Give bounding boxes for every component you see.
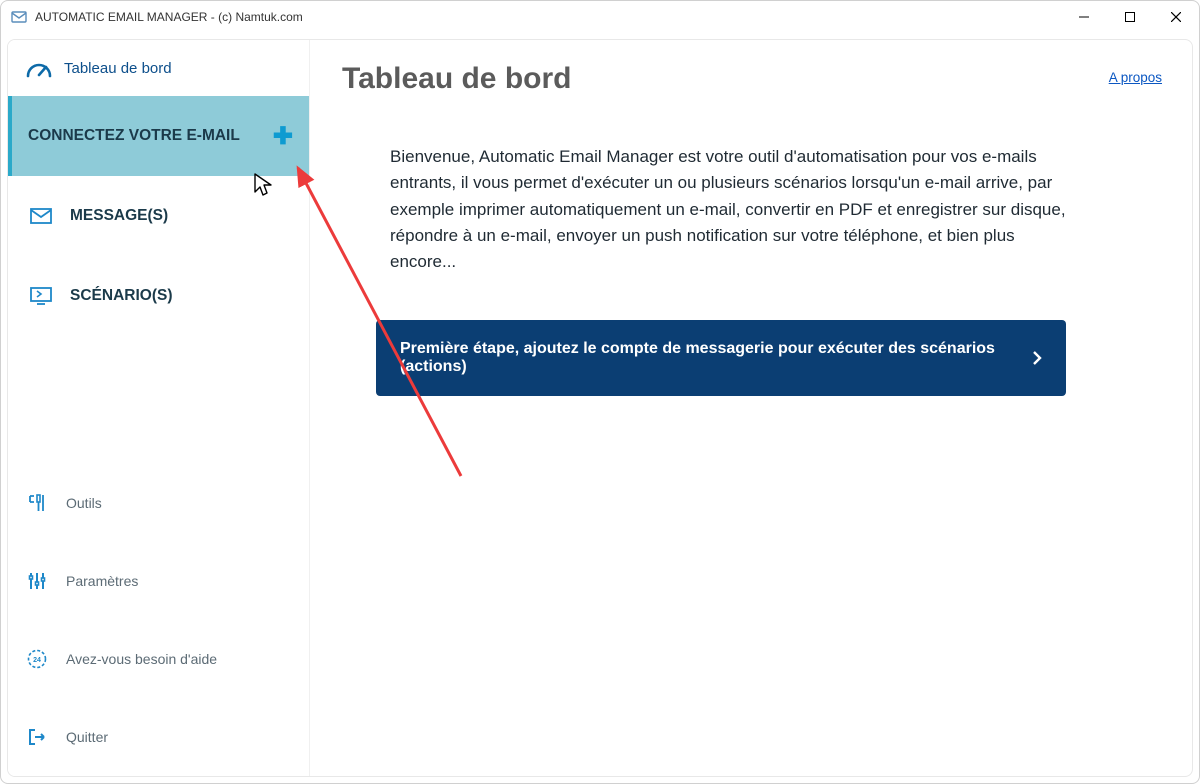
- minimize-button[interactable]: [1061, 1, 1107, 33]
- chevron-right-icon: [1032, 351, 1042, 365]
- plus-icon: ✚: [273, 122, 293, 151]
- sidebar-item-label: Quitter: [66, 729, 108, 745]
- inner-frame: Tableau de bord CONNECTEZ VOTRE E-MAIL ✚: [7, 39, 1193, 777]
- sidebar-item-dashboard[interactable]: Tableau de bord: [8, 40, 309, 96]
- sidebar-item-tools[interactable]: Outils: [8, 464, 309, 542]
- sidebar-item-label: CONNECTEZ VOTRE E-MAIL: [28, 127, 240, 145]
- sidebar-bottom: Outils P: [8, 464, 309, 776]
- app-window: AUTOMATIC EMAIL MANAGER - (c) Namtuk.com: [0, 0, 1200, 784]
- sidebar: Tableau de bord CONNECTEZ VOTRE E-MAIL ✚: [8, 40, 310, 776]
- add-account-button[interactable]: Première étape, ajoutez le compte de mes…: [376, 320, 1066, 396]
- sidebar-item-label: MESSAGE(S): [70, 207, 168, 225]
- app-icon: [11, 9, 27, 25]
- scenario-icon: [30, 287, 52, 305]
- content-header: Tableau de bord A propos: [340, 62, 1162, 96]
- content-area: Tableau de bord A propos Bienvenue, Auto…: [310, 40, 1192, 776]
- maximize-button[interactable]: [1107, 1, 1153, 33]
- sidebar-item-label: Tableau de bord: [64, 60, 172, 77]
- sidebar-item-scenarios[interactable]: SCÉNARIO(S): [8, 256, 309, 336]
- sliders-icon: [26, 570, 48, 592]
- page-title: Tableau de bord: [342, 62, 571, 96]
- envelope-icon: [30, 207, 52, 225]
- sidebar-top: Tableau de bord CONNECTEZ VOTRE E-MAIL ✚: [8, 40, 309, 464]
- gauge-icon: [26, 58, 52, 78]
- svg-text:24: 24: [33, 657, 41, 664]
- close-button[interactable]: [1153, 1, 1199, 33]
- sidebar-item-label: Avez-vous besoin d'aide: [66, 651, 217, 667]
- window-title: AUTOMATIC EMAIL MANAGER - (c) Namtuk.com: [35, 10, 1061, 24]
- sidebar-item-quit[interactable]: Quitter: [8, 698, 309, 776]
- body-area: Tableau de bord CONNECTEZ VOTRE E-MAIL ✚: [1, 33, 1199, 783]
- sidebar-item-label: Outils: [66, 495, 102, 511]
- exit-icon: [26, 726, 48, 748]
- sidebar-item-connect-email[interactable]: CONNECTEZ VOTRE E-MAIL ✚: [8, 96, 309, 176]
- window-controls: [1061, 1, 1199, 33]
- support-icon: 24: [26, 648, 48, 670]
- cta-label: Première étape, ajoutez le compte de mes…: [400, 340, 1020, 376]
- sidebar-item-label: SCÉNARIO(S): [70, 287, 172, 305]
- tools-icon: [26, 492, 48, 514]
- sidebar-item-messages[interactable]: MESSAGE(S): [8, 176, 309, 256]
- welcome-text: Bienvenue, Automatic Email Manager est v…: [390, 144, 1070, 276]
- sidebar-item-help[interactable]: 24 Avez-vous besoin d'aide: [8, 620, 309, 698]
- sidebar-item-label: Paramètres: [66, 573, 138, 589]
- sidebar-item-settings[interactable]: Paramètres: [8, 542, 309, 620]
- about-link[interactable]: A propos: [1109, 70, 1162, 85]
- titlebar: AUTOMATIC EMAIL MANAGER - (c) Namtuk.com: [1, 1, 1199, 33]
